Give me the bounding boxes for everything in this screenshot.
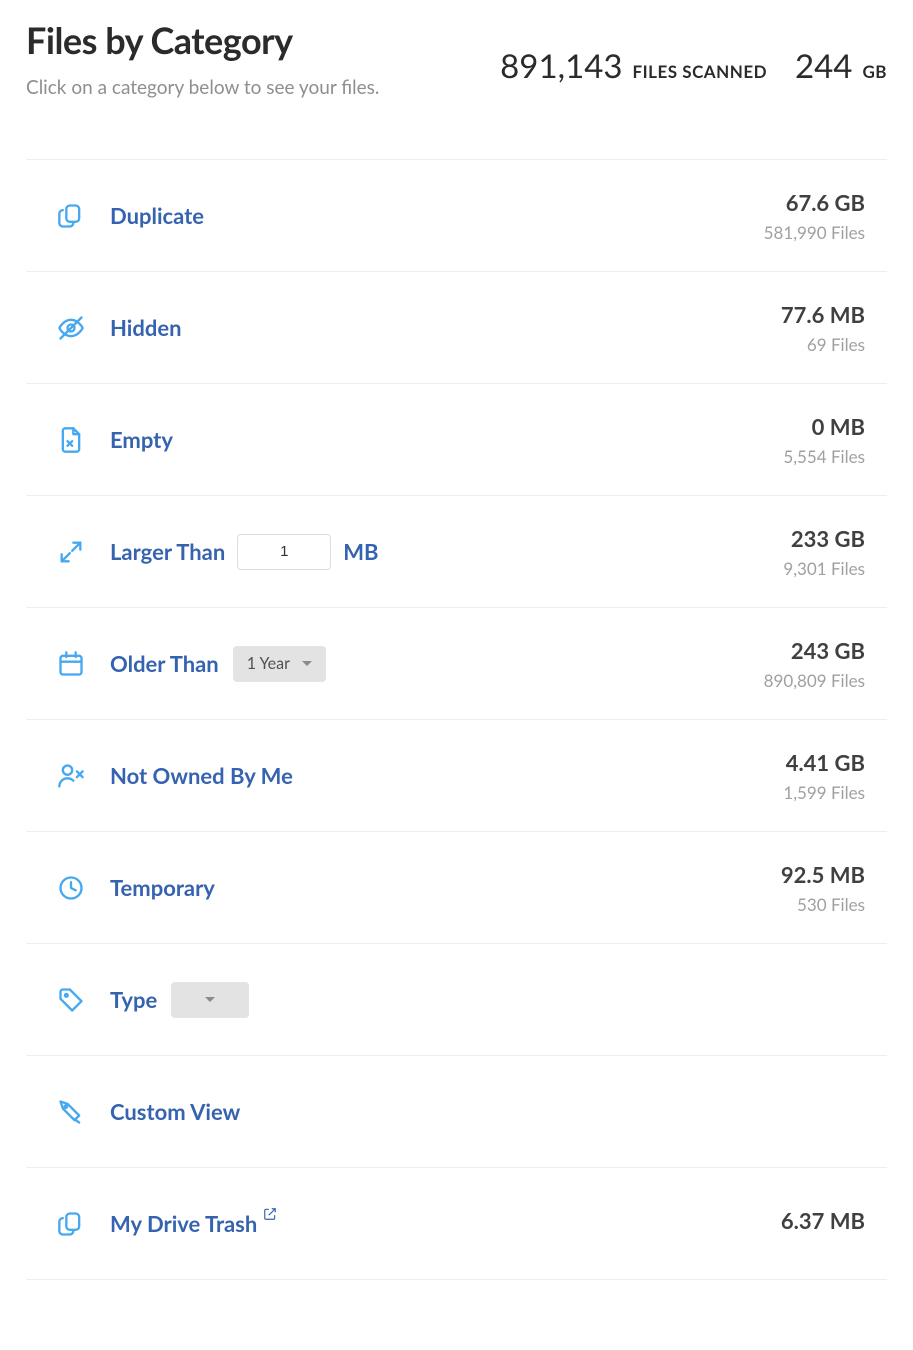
- category-row-empty[interactable]: Empty 0 MB 5,554 Files: [26, 384, 887, 496]
- calendar-icon: [32, 650, 110, 678]
- category-size: 4.41 GB: [783, 749, 865, 776]
- hidden-icon: [32, 314, 110, 342]
- page-header: Files by Category Click on a category be…: [26, 18, 887, 99]
- category-row-custom-view[interactable]: Custom View: [26, 1056, 887, 1168]
- pen-icon: [32, 1098, 110, 1126]
- category-file-count: 69 Files: [781, 334, 865, 355]
- external-link-icon: [265, 1214, 279, 1233]
- category-label: Temporary: [110, 874, 215, 901]
- chevron-down-icon: [205, 997, 215, 1002]
- total-size-unit: GB: [862, 61, 887, 82]
- category-label: Hidden: [110, 314, 182, 341]
- page-title: Files by Category: [26, 18, 500, 62]
- older-than-select[interactable]: 1 Year: [233, 646, 326, 682]
- type-select[interactable]: [171, 982, 249, 1018]
- category-file-count: 9,301 Files: [783, 558, 865, 579]
- category-row-older-than[interactable]: Older Than 1 Year 243 GB 890,809 Files: [26, 608, 887, 720]
- tag-icon: [32, 986, 110, 1014]
- category-size: 233 GB: [783, 525, 865, 552]
- category-row-hidden[interactable]: Hidden 77.6 MB 69 Files: [26, 272, 887, 384]
- category-label: Duplicate: [110, 202, 204, 229]
- category-size: 67.6 GB: [764, 189, 865, 216]
- category-row-larger-than[interactable]: Larger Than MB 233 GB 9,301 Files: [26, 496, 887, 608]
- older-than-select-value: 1 Year: [247, 654, 290, 673]
- category-size: 77.6 MB: [781, 301, 865, 328]
- category-file-count: 5,554 Files: [783, 446, 865, 467]
- category-size: 0 MB: [783, 413, 865, 440]
- user-x-icon: [32, 762, 110, 790]
- chevron-down-icon: [302, 661, 312, 666]
- files-scanned-count: 891,143: [500, 46, 622, 86]
- category-row-not-owned[interactable]: Not Owned By Me 4.41 GB 1,599 Files: [26, 720, 887, 832]
- category-size: 243 GB: [764, 637, 865, 664]
- larger-than-unit: MB: [343, 538, 378, 565]
- category-label: Custom View: [110, 1098, 240, 1125]
- category-row-type[interactable]: Type: [26, 944, 887, 1056]
- category-row-duplicate[interactable]: Duplicate 67.6 GB 581,990 Files: [26, 160, 887, 272]
- category-label: Older Than: [110, 650, 219, 677]
- clock-icon: [32, 874, 110, 902]
- category-label: Empty: [110, 426, 173, 453]
- duplicate-icon: [32, 1210, 110, 1238]
- category-row-temporary[interactable]: Temporary 92.5 MB 530 Files: [26, 832, 887, 944]
- category-size: 92.5 MB: [781, 861, 865, 888]
- category-file-count: 890,809 Files: [764, 670, 865, 691]
- category-file-count: 1,599 Files: [783, 782, 865, 803]
- total-size-value: 244: [795, 46, 852, 86]
- category-size: 6.37 MB: [781, 1207, 865, 1234]
- category-row-my-drive-trash[interactable]: My Drive Trash 6.37 MB: [26, 1168, 887, 1280]
- empty-icon: [32, 426, 110, 454]
- category-label: Larger Than: [110, 538, 225, 565]
- category-label: Type: [110, 986, 157, 1013]
- files-scanned-label: FILES SCANNED: [633, 61, 768, 82]
- category-file-count: 530 Files: [781, 894, 865, 915]
- category-label: My Drive Trash: [110, 1210, 257, 1237]
- category-label: Not Owned By Me: [110, 762, 293, 789]
- duplicate-icon: [32, 202, 110, 230]
- category-list: Duplicate 67.6 GB 581,990 Files Hidden 7…: [26, 159, 887, 1280]
- scan-stats: 891,143 FILES SCANNED 244 GB: [500, 18, 887, 86]
- page-subtitle: Click on a category below to see your fi…: [26, 76, 500, 99]
- expand-icon: [32, 538, 110, 566]
- larger-than-input[interactable]: [237, 534, 331, 570]
- category-file-count: 581,990 Files: [764, 222, 865, 243]
